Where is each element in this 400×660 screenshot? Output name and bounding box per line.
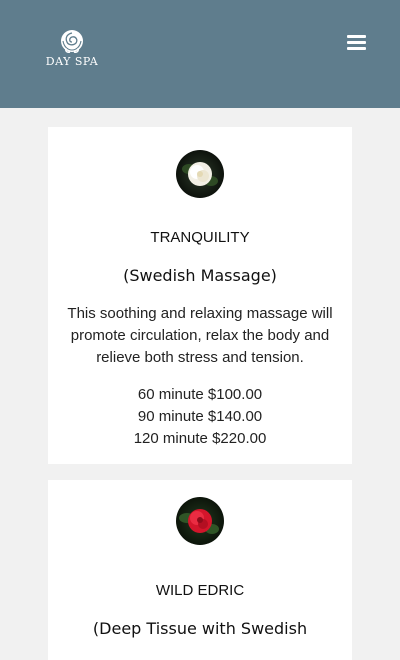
white-rose-icon	[176, 150, 224, 198]
price-list: 60 minute $100.00 90 minute $140.00 120 …	[48, 384, 352, 450]
service-subtitle: (Swedish Massage)	[123, 266, 277, 285]
rose-icon	[61, 30, 83, 53]
site-header: DAY SPA	[0, 0, 400, 108]
service-description: This soothing and relaxing massage will …	[67, 305, 333, 366]
service-title: WILD EDRIC	[155, 582, 245, 599]
service-card-tranquility: TRANQUILITY (Swedish Massage) This sooth…	[48, 127, 352, 464]
red-rose-icon	[176, 497, 224, 545]
price-120: 120 minute $220.00	[133, 430, 267, 447]
day-spa-logo[interactable]: DAY SPA	[44, 28, 100, 72]
service-card-wild-edric: WILD EDRIC (Deep Tissue with Swedish	[48, 480, 352, 660]
logo-text: DAY SPA	[45, 55, 99, 68]
hamburger-menu-icon[interactable]	[345, 32, 369, 54]
price-60: 60 minute $100.00	[137, 386, 263, 403]
price-90: 90 minute $140.00	[137, 408, 263, 425]
service-title: TRANQUILITY	[150, 229, 250, 246]
service-subtitle: (Deep Tissue with Swedish	[92, 619, 308, 638]
